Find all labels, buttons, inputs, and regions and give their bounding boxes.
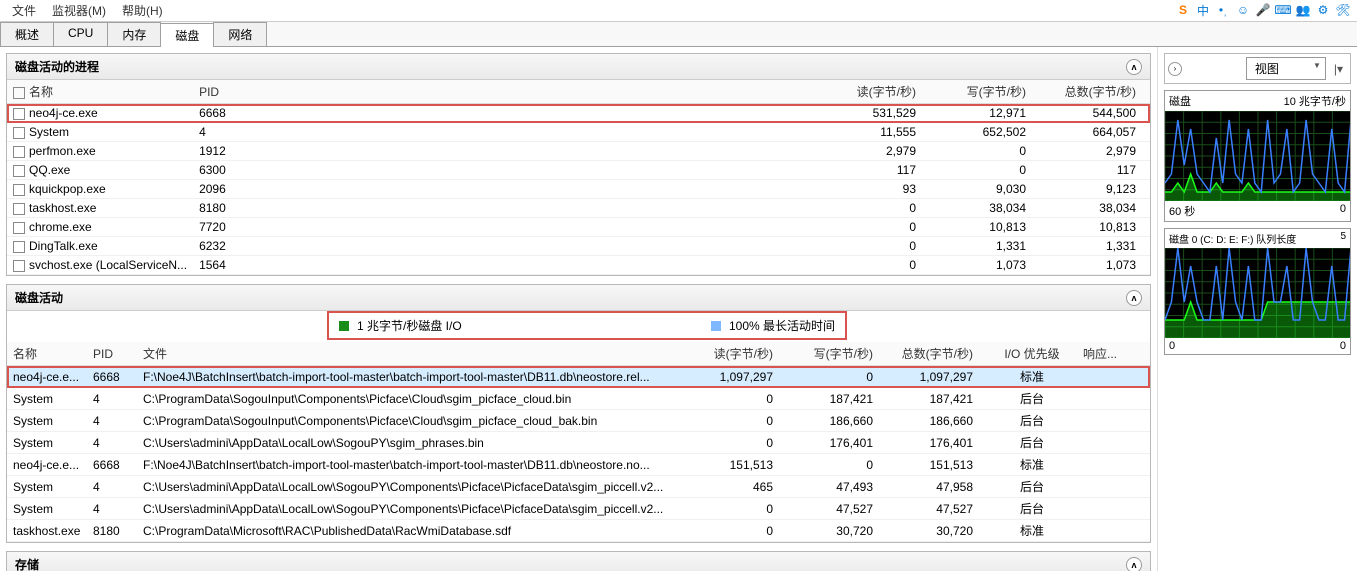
- table-row[interactable]: System4C:\ProgramData\SogouInput\Compone…: [7, 388, 1150, 410]
- panel-title-storage: 存储: [15, 556, 39, 571]
- col-priority[interactable]: I/O 优先级: [987, 342, 1077, 366]
- chart1-title: 磁盘: [1169, 93, 1191, 109]
- panel-disk-activity: 磁盘活动 ʌ 1 兆字节/秒磁盘 I/O 100% 最长活动时间 名称 PID …: [6, 284, 1151, 543]
- table-row[interactable]: svchost.exe (LocalServiceN...156401,0731…: [7, 256, 1150, 275]
- table-row[interactable]: System4C:\Users\admini\AppData\LocalLow\…: [7, 498, 1150, 520]
- tray-icon-keyboard[interactable]: ⌨: [1275, 2, 1291, 18]
- chart2-zero: 0: [1340, 340, 1346, 352]
- col-name[interactable]: 名称: [7, 342, 87, 366]
- col-write[interactable]: 写(字节/秒): [787, 342, 887, 366]
- chart2-xlabel: 0: [1169, 340, 1175, 352]
- table-row[interactable]: DingTalk.exe623201,3311,331: [7, 237, 1150, 256]
- chart2-title: 磁盘 0 (C: D: E: F:) 队列长度: [1169, 231, 1296, 246]
- sidebar-collapse-button[interactable]: ›: [1168, 62, 1182, 76]
- table-row[interactable]: neo4j-ce.e...6668F:\Noe4J\BatchInsert\ba…: [7, 454, 1150, 476]
- col-total[interactable]: 总数(字节/秒): [1040, 80, 1150, 104]
- col-pid[interactable]: PID: [87, 342, 137, 366]
- panel-title-activity: 磁盘活动: [15, 289, 63, 306]
- tab-network[interactable]: 网络: [213, 22, 267, 46]
- panel-disk-processes: 磁盘活动的进程 ʌ 名称 PID 读(字节/秒) 写(字节/秒) 总数(字节/秒…: [6, 53, 1151, 276]
- panel-storage: 存储 ʌ 逻辑磁盘 物理磁盘 活动时间 (%) 可用空间 (MB) 总空间 (M…: [6, 551, 1151, 571]
- graph-sidebar: › 视图 |▾ 磁盘 10 兆字节/秒 60 秒 0 磁盘 0 (C: D: E…: [1157, 47, 1357, 571]
- table-row[interactable]: chrome.exe7720010,81310,813: [7, 218, 1150, 237]
- col-read[interactable]: 读(字节/秒): [697, 342, 787, 366]
- col-resp[interactable]: 响应...: [1077, 342, 1150, 366]
- table-row[interactable]: System4C:\Users\admini\AppData\LocalLow\…: [7, 432, 1150, 454]
- processes-table[interactable]: 名称 PID 读(字节/秒) 写(字节/秒) 总数(字节/秒) neo4j-ce…: [7, 80, 1150, 275]
- table-row[interactable]: perfmon.exe19122,97902,979: [7, 142, 1150, 161]
- menu-monitor[interactable]: 监视器(M): [44, 0, 114, 21]
- table-row[interactable]: System4C:\ProgramData\SogouInput\Compone…: [7, 410, 1150, 432]
- tray-icons: S 中 •ˌ ☺ 🎤 ⌨ 👥 ⚙ 🛠: [1175, 2, 1351, 18]
- legend-active-label: 100% 最长活动时间: [729, 317, 835, 334]
- col-write[interactable]: 写(字节/秒): [930, 80, 1040, 104]
- tab-overview[interactable]: 概述: [0, 22, 54, 46]
- tab-disk[interactable]: 磁盘: [160, 23, 214, 47]
- table-row[interactable]: QQ.exe63001170117: [7, 161, 1150, 180]
- collapse-button[interactable]: ʌ: [1126, 557, 1142, 571]
- table-row[interactable]: taskhost.exe8180038,03438,034: [7, 199, 1150, 218]
- tab-strip: 概述 CPU 内存 磁盘 网络: [0, 22, 1357, 47]
- tray-icon-punct[interactable]: •ˌ: [1215, 2, 1231, 18]
- chart2-rate: 5: [1340, 231, 1346, 246]
- chart1-zero: 0: [1340, 203, 1346, 219]
- tab-cpu[interactable]: CPU: [53, 22, 108, 46]
- table-row[interactable]: kquickpop.exe2096939,0309,123: [7, 180, 1150, 199]
- activity-legend: 1 兆字节/秒磁盘 I/O 100% 最长活动时间: [327, 311, 847, 340]
- col-file[interactable]: 文件: [137, 342, 697, 366]
- view-dropdown[interactable]: 视图: [1246, 57, 1326, 80]
- table-row[interactable]: taskhost.exe8180C:\ProgramData\Microsoft…: [7, 520, 1150, 542]
- tray-icon-gear[interactable]: ⚙: [1315, 2, 1331, 18]
- table-row[interactable]: System411,555652,502664,057: [7, 123, 1150, 142]
- table-row[interactable]: neo4j-ce.e...6668F:\Noe4J\BatchInsert\ba…: [7, 366, 1150, 388]
- activity-table[interactable]: 名称 PID 文件 读(字节/秒) 写(字节/秒) 总数(字节/秒) I/O 优…: [7, 342, 1150, 542]
- menu-bar: 文件 监视器(M) 帮助(H) S 中 •ˌ ☺ 🎤 ⌨ 👥 ⚙ 🛠: [0, 0, 1357, 22]
- col-read[interactable]: 读(字节/秒): [820, 80, 930, 104]
- collapse-button[interactable]: ʌ: [1126, 290, 1142, 306]
- tray-icon-mic[interactable]: 🎤: [1255, 2, 1271, 18]
- chart-disk-io: 磁盘 10 兆字节/秒 60 秒 0: [1164, 90, 1351, 222]
- collapse-button[interactable]: ʌ: [1126, 59, 1142, 75]
- table-row[interactable]: System4C:\Users\admini\AppData\LocalLow\…: [7, 476, 1150, 498]
- legend-io-label: 1 兆字节/秒磁盘 I/O: [357, 317, 462, 334]
- chart1-rate: 10 兆字节/秒: [1284, 93, 1346, 109]
- legend-blue-icon: [711, 321, 721, 331]
- col-pid[interactable]: PID: [193, 80, 273, 104]
- panel-title-processes: 磁盘活动的进程: [15, 58, 99, 75]
- tray-icon-people[interactable]: 👥: [1295, 2, 1311, 18]
- tab-memory[interactable]: 内存: [107, 22, 161, 46]
- tray-icon-wrench[interactable]: 🛠: [1335, 2, 1351, 18]
- chart1-xlabel: 60 秒: [1169, 203, 1195, 219]
- menu-help[interactable]: 帮助(H): [114, 0, 171, 21]
- legend-green-icon: [339, 321, 349, 331]
- menu-file[interactable]: 文件: [4, 0, 44, 21]
- table-row[interactable]: neo4j-ce.exe6668531,52912,971544,500: [7, 104, 1150, 123]
- tray-icon-s[interactable]: S: [1175, 2, 1191, 18]
- chart-disk-queue: 磁盘 0 (C: D: E: F:) 队列长度 5 0 0: [1164, 228, 1351, 355]
- tray-icon-smile[interactable]: ☺: [1235, 2, 1251, 18]
- col-name[interactable]: 名称: [7, 80, 193, 104]
- tray-icon-lang[interactable]: 中: [1195, 2, 1211, 18]
- col-total[interactable]: 总数(字节/秒): [887, 342, 987, 366]
